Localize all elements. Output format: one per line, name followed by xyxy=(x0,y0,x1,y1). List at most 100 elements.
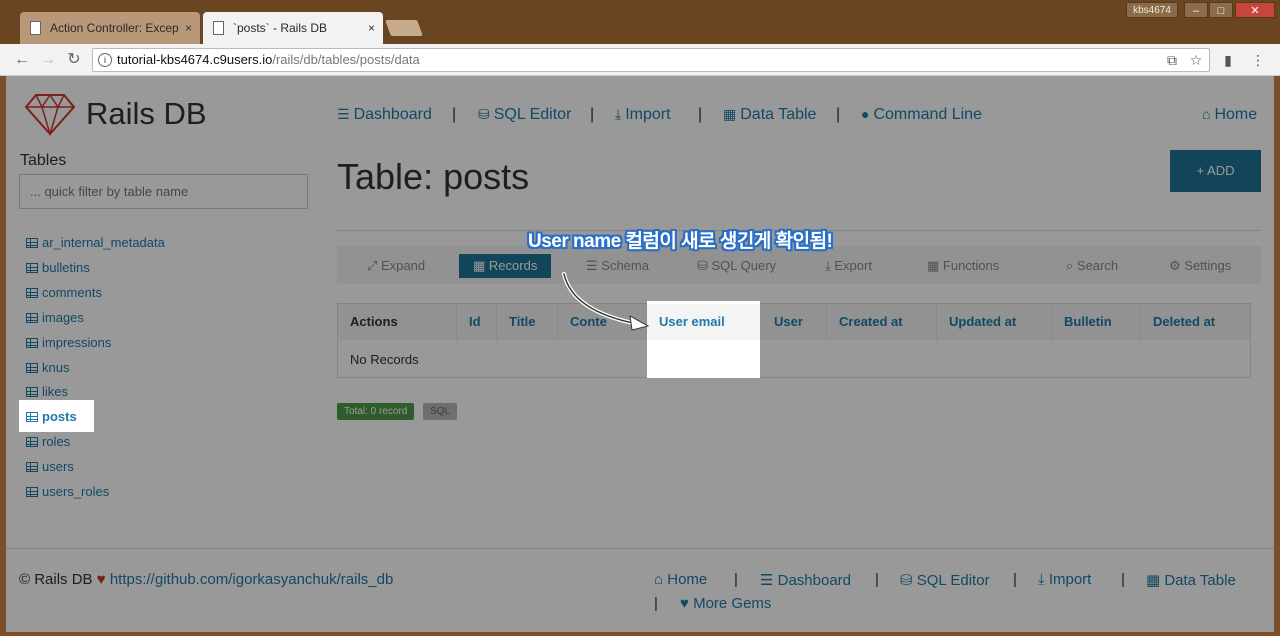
reload-icon[interactable]: ↻ xyxy=(64,50,84,70)
extension-icon[interactable]: ▮ xyxy=(1218,50,1238,70)
list-icon: ☰ xyxy=(586,258,602,273)
sidebar-item-posts[interactable]: posts xyxy=(26,409,77,424)
column-header-updated-at[interactable]: Updated at xyxy=(937,304,1052,340)
footer-separator: | xyxy=(1013,571,1017,588)
sidebar-item-comments[interactable]: comments xyxy=(26,285,102,300)
repo-link[interactable]: https://github.com/igorkasyanchuk/rails_… xyxy=(110,571,393,588)
annotation-arrow-icon xyxy=(562,272,650,331)
table-icon xyxy=(26,263,38,273)
table-icon: ▦ xyxy=(723,106,737,122)
window-user-badge: kbs4674 xyxy=(1126,2,1178,18)
table-icon xyxy=(26,338,38,348)
sidebar-item-roles[interactable]: roles xyxy=(26,434,70,449)
menu-kebab-icon[interactable]: ⋮ xyxy=(1248,50,1268,70)
subnav-records[interactable]: ▦ Records xyxy=(459,254,552,278)
footer-separator: | xyxy=(734,571,738,588)
translate-icon[interactable]: ⧉ xyxy=(1162,50,1182,70)
browser-tab-posts[interactable]: `posts` - Rails DB × xyxy=(203,12,383,44)
home-icon: ⌂ xyxy=(654,571,668,588)
column-header-bulletin[interactable]: Bulletin xyxy=(1052,304,1141,340)
footer-link-data-table[interactable]: ▦ Data Table xyxy=(1146,571,1236,589)
column-header-title[interactable]: Title xyxy=(497,304,558,340)
subnav-sql-query[interactable]: ⛁ SQL Query xyxy=(697,258,776,274)
search-icon: ⌕ xyxy=(1066,258,1077,273)
nav-separator: | xyxy=(698,106,703,123)
download-icon: ⤓ xyxy=(825,258,835,273)
window-close-button[interactable]: ✕ xyxy=(1235,2,1275,18)
nav-command-line[interactable]: ● Command Line xyxy=(861,106,982,124)
nav-data-table[interactable]: ▦ Data Table xyxy=(723,106,816,124)
tab-title: `posts` - Rails DB xyxy=(233,21,328,35)
nav-home[interactable]: ⌂ Home xyxy=(1202,106,1257,124)
nav-separator: | xyxy=(452,106,457,123)
footer-link-home[interactable]: ⌂ Home xyxy=(654,571,707,588)
sidebar-item-likes[interactable]: likes xyxy=(26,384,68,399)
url-host: tutorial-kbs4674.c9users.io xyxy=(117,52,273,67)
minimize-button[interactable]: – xyxy=(1184,2,1208,18)
tab-close-icon[interactable]: × xyxy=(185,12,192,44)
document-icon xyxy=(30,21,41,35)
sidebar-item-ar-internal-metadata[interactable]: ar_internal_metadata xyxy=(26,235,165,250)
info-icon[interactable]: i xyxy=(98,53,112,67)
sidebar-item-impressions[interactable]: impressions xyxy=(26,335,111,350)
new-tab-button[interactable] xyxy=(385,20,423,36)
ruby-diamond-icon xyxy=(24,93,76,136)
footer-link-import[interactable]: ⤓ Import xyxy=(1038,571,1091,588)
subnav-search[interactable]: ⌕ Search xyxy=(1066,258,1118,274)
footer-link-more-gems[interactable]: ♥ More Gems xyxy=(680,595,771,612)
logo-text[interactable]: Rails DB xyxy=(86,96,207,132)
nav-sql-editor[interactable]: ⛁ SQL Editor xyxy=(478,106,571,124)
subnav-export[interactable]: ⤓ Export xyxy=(825,258,872,274)
footer-separator: | xyxy=(875,571,879,588)
footer-link-sql-editor[interactable]: ⛁ SQL Editor xyxy=(900,571,990,589)
browser-tab-action-controller[interactable]: Action Controller: Excep × xyxy=(20,12,200,44)
maximize-button[interactable]: □ xyxy=(1209,2,1233,18)
cogs-icon: ⚙ xyxy=(1169,258,1185,273)
back-arrow-icon[interactable]: ← xyxy=(12,50,32,70)
sidebar-item-users[interactable]: users xyxy=(26,459,74,474)
nav-import[interactable]: ⤓ Import xyxy=(615,106,671,124)
subnav-expand[interactable]: ⤢ Expand xyxy=(367,258,425,274)
subnav-settings[interactable]: ⚙ Settings xyxy=(1169,258,1231,274)
bookmark-star-icon[interactable]: ☆ xyxy=(1186,50,1206,70)
home-icon: ⌂ xyxy=(1202,106,1211,122)
column-header-created-at[interactable]: Created at xyxy=(827,304,937,340)
nav-dashboard[interactable]: ☰ Dashboard xyxy=(337,106,432,124)
table-icon xyxy=(26,288,38,298)
column-header-user[interactable]: User xyxy=(762,304,827,340)
database-icon: ⛁ xyxy=(697,258,712,273)
table-filter-input[interactable] xyxy=(19,174,308,209)
sidebar-item-knus[interactable]: knus xyxy=(26,360,69,375)
grid-icon: ▦ xyxy=(927,258,943,273)
browser-toolbar: ← → ↻ i tutorial-kbs4674.c9users.io/rail… xyxy=(0,44,1280,76)
column-header-id[interactable]: Id xyxy=(457,304,497,340)
tab-close-icon[interactable]: × xyxy=(368,12,375,44)
sql-badge[interactable]: SQL xyxy=(423,403,458,420)
download-icon: ⤓ xyxy=(1038,571,1049,588)
url-path: /rails/db/tables/posts/data xyxy=(272,52,420,67)
address-bar[interactable]: i tutorial-kbs4674.c9users.io/rails/db/t… xyxy=(92,48,1210,72)
sidebar-item-users-roles[interactable]: users_roles xyxy=(26,484,109,499)
database-icon: ⛁ xyxy=(478,106,490,122)
column-header-user-email[interactable]: User email xyxy=(647,304,760,340)
subnav-functions[interactable]: ▦ Functions xyxy=(927,258,999,274)
nav-separator: | xyxy=(836,106,841,123)
table-icon xyxy=(26,238,38,248)
column-header-deleted-at[interactable]: Deleted at xyxy=(1141,304,1250,340)
list-icon: ☰ xyxy=(337,106,350,122)
table-header-row: Actions Id Title Conte User Created at U… xyxy=(338,304,1250,340)
sidebar-item-bulletins[interactable]: bulletins xyxy=(26,260,90,275)
nav-separator: | xyxy=(590,106,595,123)
total-records-badge: Total: 0 record xyxy=(337,403,415,420)
table-icon xyxy=(26,363,38,373)
document-icon xyxy=(213,21,224,35)
sidebar-item-images[interactable]: images xyxy=(26,310,84,325)
list-icon: ☰ xyxy=(760,572,778,589)
table-icon xyxy=(26,437,38,447)
add-record-button[interactable]: + ADD xyxy=(1170,150,1261,192)
empty-state: No Records xyxy=(350,352,419,367)
annotation-caption: User name 컬럼이 새로 생긴게 확인됨! xyxy=(528,231,833,252)
table-icon xyxy=(26,387,38,397)
forward-arrow-icon[interactable]: → xyxy=(38,50,58,70)
footer-link-dashboard[interactable]: ☰ Dashboard xyxy=(760,571,851,589)
